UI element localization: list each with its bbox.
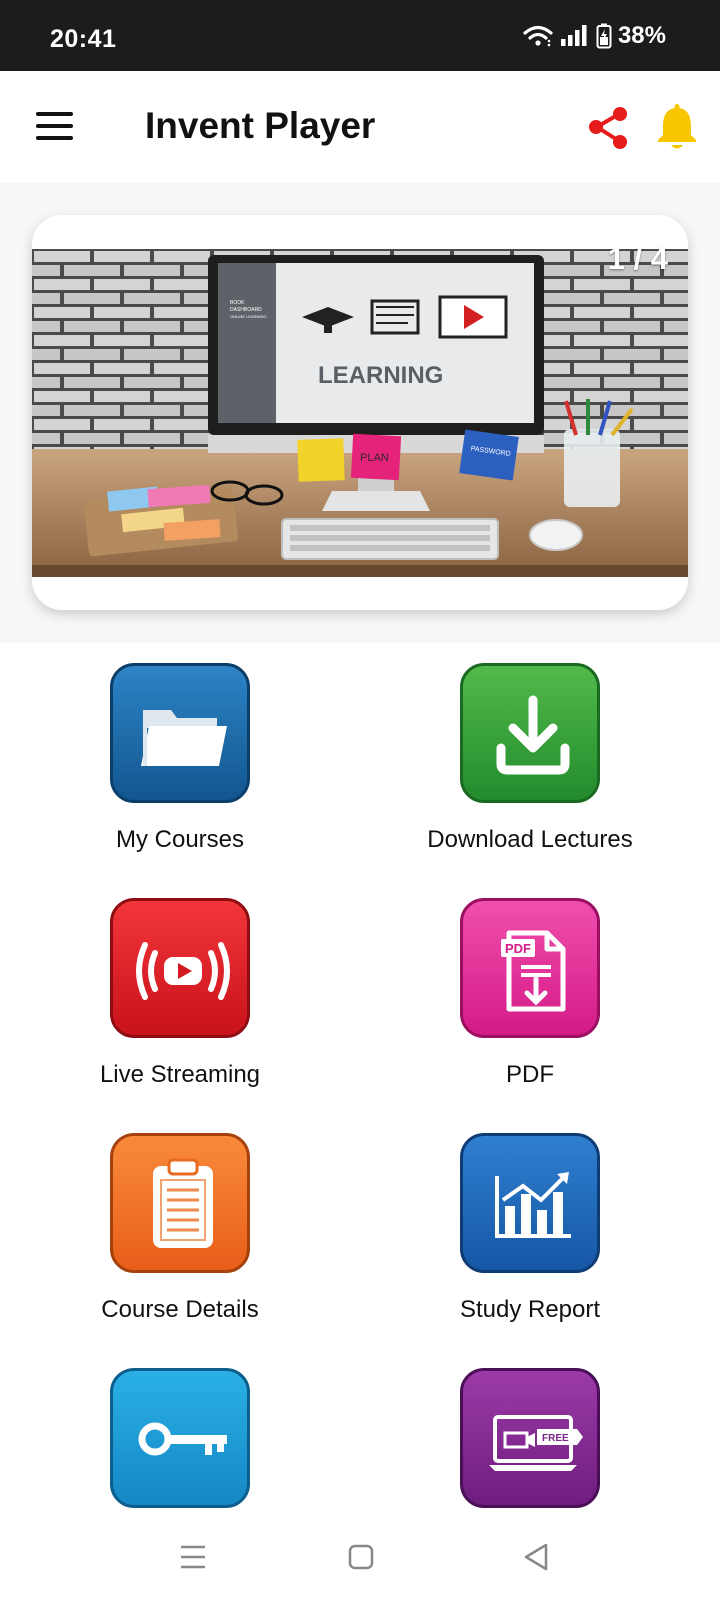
- tile-live-streaming[interactable]: Live Streaming: [20, 878, 340, 1108]
- tile-icon-download-lectures: [460, 663, 600, 803]
- tile-key[interactable]: [20, 1348, 340, 1513]
- banner-sidebar-text-3: ONLINE LEARNING: [230, 314, 266, 319]
- banner-carousel[interactable]: BOOK DASHBOARD ONLINE LEARNING LEARNING …: [32, 215, 688, 610]
- menu-grid: My Courses Download Lectures Live Stream…: [0, 643, 720, 1513]
- tile-pdf[interactable]: PDF PDF: [370, 878, 690, 1108]
- free-badge: FREE: [542, 1433, 569, 1444]
- system-nav-bar: [0, 1513, 720, 1600]
- tile-course-details[interactable]: Course Details: [20, 1113, 340, 1343]
- banner-sidebar-text-2: DASHBOARD: [230, 307, 262, 313]
- banner-sidebar-text-1: BOOK: [230, 300, 245, 306]
- tile-icon-study-report: [460, 1133, 600, 1273]
- signal-icon: [560, 25, 587, 46]
- tile-label: PDF: [506, 1061, 554, 1088]
- battery-percent: 38%: [617, 22, 666, 49]
- banner-heading: LEARNING: [318, 362, 443, 389]
- tile-download-lectures[interactable]: Download Lectures: [370, 643, 690, 873]
- tile-label: My Courses: [115, 826, 245, 853]
- live-stream-icon: [136, 942, 230, 1000]
- tile-icon-my-courses: [110, 663, 250, 803]
- status-time: 20:41: [50, 25, 117, 53]
- free-video-icon: FREE: [489, 1415, 583, 1471]
- banner-image: BOOK DASHBOARD ONLINE LEARNING LEARNING …: [32, 249, 688, 577]
- recent-apps-icon[interactable]: [171, 1535, 215, 1579]
- menu-icon[interactable]: [36, 112, 74, 142]
- tile-label: Course Details: [101, 1296, 259, 1323]
- tile-icon-course-details: [110, 1133, 250, 1273]
- tile-icon-free-video: FREE: [460, 1368, 600, 1508]
- battery-icon: [596, 23, 612, 49]
- tile-icon-pdf: PDF: [460, 898, 600, 1038]
- tile-label: Download Lectures: [427, 826, 633, 853]
- app-title: Invent Player: [145, 105, 376, 146]
- chart-icon: [495, 1172, 571, 1238]
- folder-icon: [141, 710, 227, 766]
- pdf-icon: PDF: [501, 930, 566, 1012]
- tile-label: Live Streaming: [99, 1061, 261, 1088]
- tile-free-video[interactable]: FREE: [370, 1348, 690, 1513]
- svg-text:PDF: PDF: [505, 941, 531, 956]
- home-icon[interactable]: [339, 1535, 383, 1579]
- clipboard-icon: [153, 1158, 213, 1248]
- app-bar: Invent Player: [0, 71, 720, 183]
- tile-icon-live-streaming: [110, 898, 250, 1038]
- status-icons: 38%: [522, 22, 666, 50]
- banner-section: BOOK DASHBOARD ONLINE LEARNING LEARNING …: [0, 183, 720, 645]
- wifi-icon: [523, 25, 553, 47]
- share-icon[interactable]: [586, 105, 632, 151]
- bell-icon[interactable]: [654, 103, 700, 151]
- status-bar: 20:41 38%: [0, 0, 720, 71]
- download-icon: [496, 695, 570, 775]
- key-icon: [138, 1422, 227, 1456]
- banner-page-counter: 1 / 4: [607, 241, 668, 276]
- tile-label: Study Report: [459, 1296, 601, 1323]
- tile-icon-key: [110, 1368, 250, 1508]
- back-icon[interactable]: [514, 1535, 558, 1579]
- tile-my-courses[interactable]: My Courses: [20, 643, 340, 873]
- banner-note-plan: PLAN: [360, 452, 389, 464]
- tile-study-report[interactable]: Study Report: [370, 1113, 690, 1343]
